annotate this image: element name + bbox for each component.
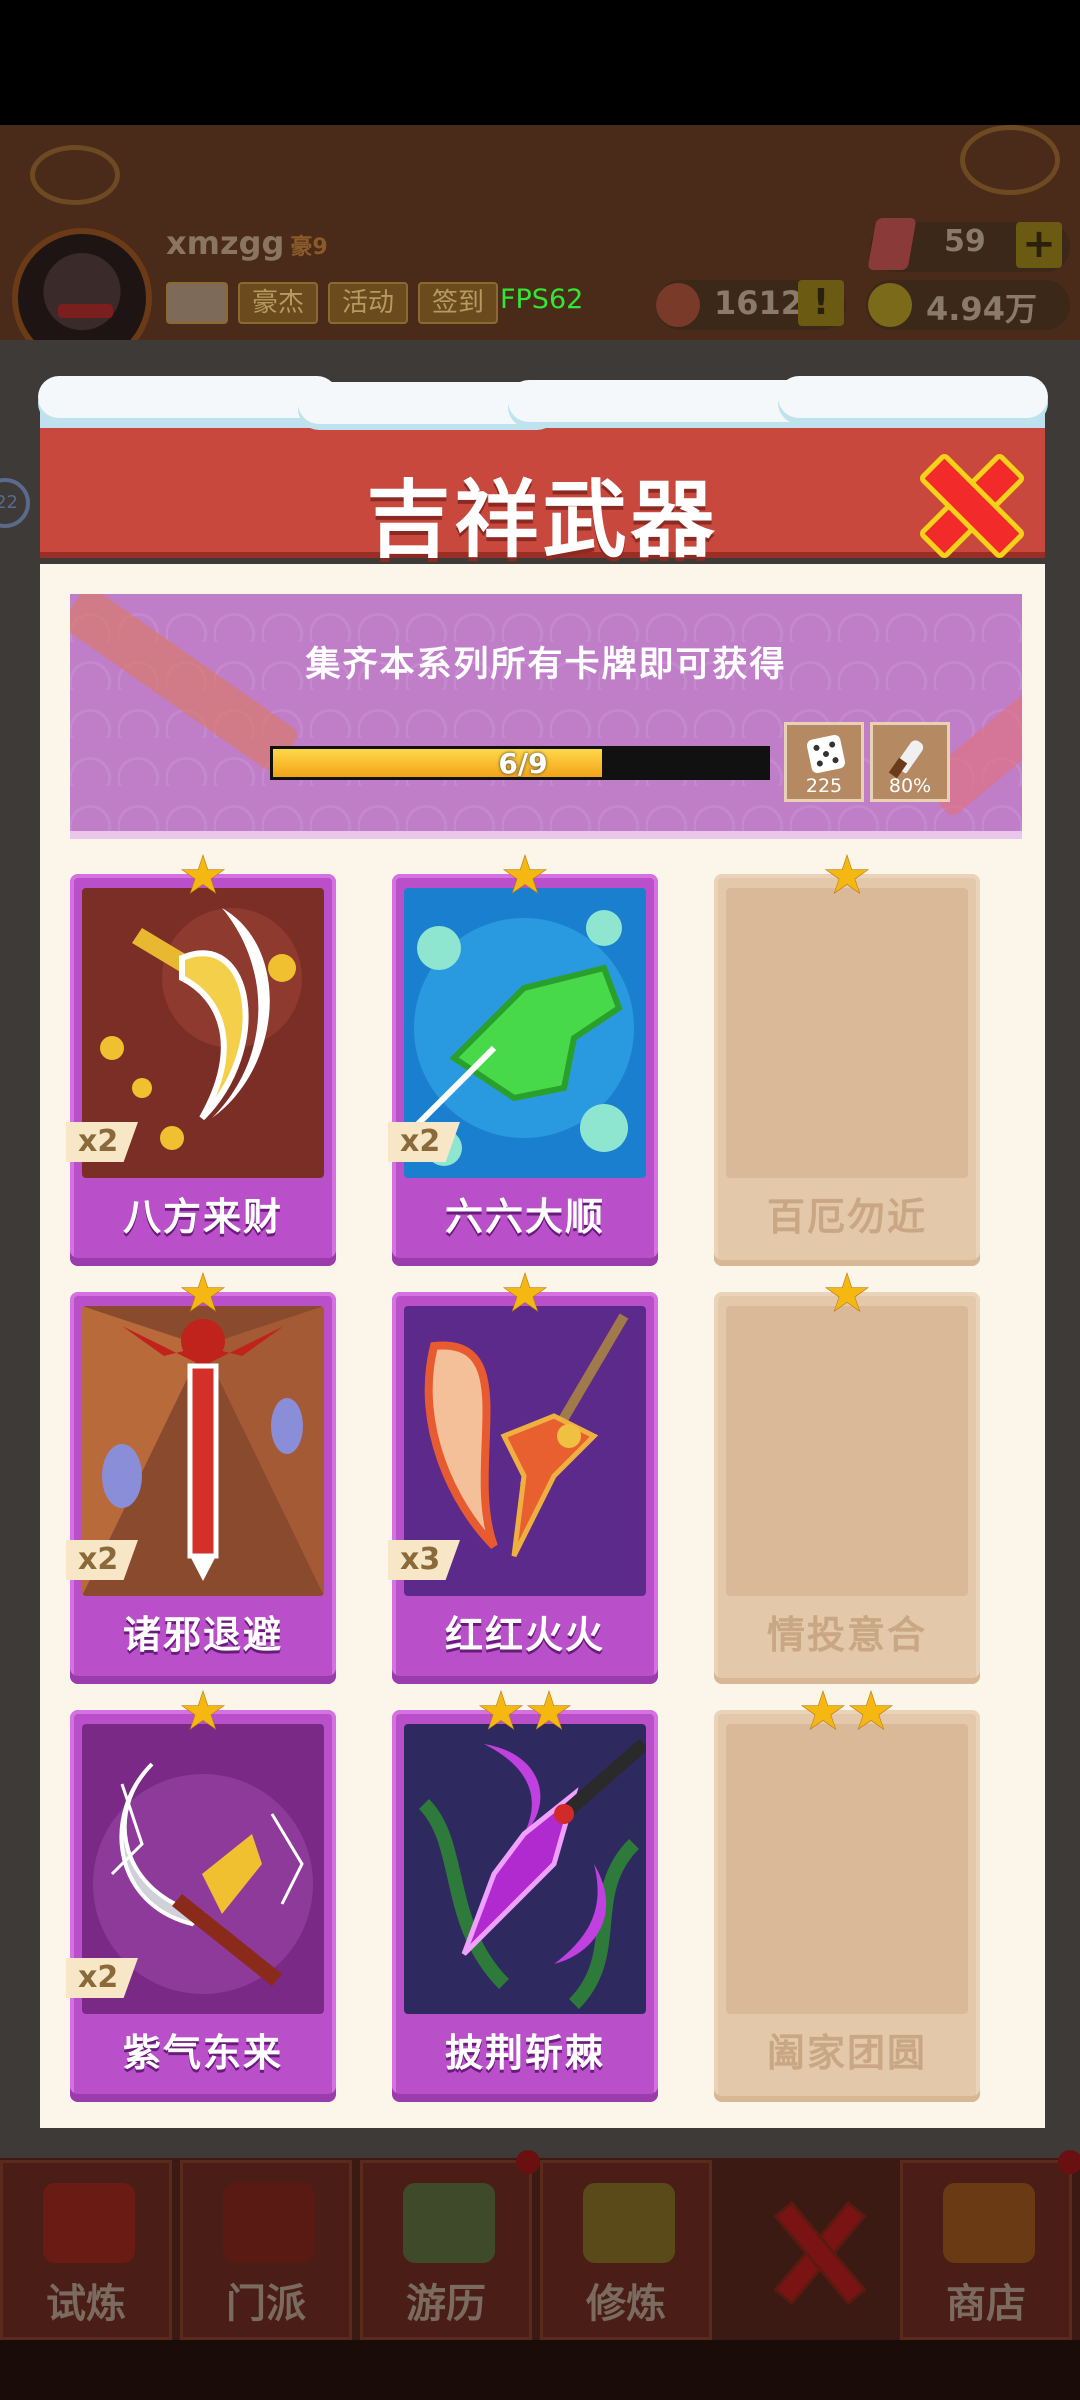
- scroll-icon: [43, 2183, 135, 2263]
- card-name: 百厄勿近: [766, 1195, 927, 1239]
- reward-dice[interactable]: 225: [784, 722, 864, 802]
- weapon-card[interactable]: x2 诸邪退避: [66, 1272, 336, 1684]
- card-locked-placeholder: [726, 1306, 968, 1596]
- star-icon: [824, 854, 870, 895]
- weapon-card[interactable]: 阖家团圆: [714, 1690, 980, 2102]
- card-name: 情投意合: [766, 1613, 927, 1657]
- star-icon: [800, 1690, 846, 1731]
- reward-knife[interactable]: 80%: [870, 722, 950, 802]
- card-stars: [714, 1272, 980, 1316]
- card-stars: [70, 1690, 336, 1734]
- star-icon: [848, 1690, 894, 1731]
- shop-icon: [943, 2183, 1035, 2263]
- book-icon: [583, 2183, 675, 2263]
- snow-trim: [38, 376, 1048, 426]
- star-icon: [824, 1272, 870, 1313]
- star-icon: [180, 1272, 226, 1313]
- gem-count: 59: [944, 224, 986, 259]
- collection-banner: 集齐本系列所有卡牌即可获得 6/9 225 80%: [70, 594, 1022, 839]
- card-artwork: [404, 1724, 646, 2014]
- coin-icon: [868, 283, 912, 327]
- star-icon: [180, 854, 226, 895]
- player-name: xmzgg 豪9: [166, 224, 328, 262]
- nav-travel[interactable]: 游历: [360, 2160, 532, 2340]
- card-name: 红红火火: [444, 1613, 605, 1657]
- dice-icon: [805, 733, 847, 775]
- weapon-card[interactable]: x3 红红火火: [388, 1272, 658, 1684]
- weapon-card[interactable]: x2 八方来财: [66, 854, 336, 1266]
- mail-icon[interactable]: [166, 282, 228, 324]
- card-stars: [392, 1690, 658, 1734]
- nav-cultivate[interactable]: 修炼: [540, 2160, 712, 2340]
- hero-button[interactable]: 豪杰: [238, 282, 319, 324]
- card-name: 阖家团圆: [766, 2031, 927, 2075]
- knife-icon: [887, 737, 937, 779]
- card-stars: [70, 1272, 336, 1316]
- nav-shop-label: 商店: [946, 2281, 1026, 2327]
- modal-body: 集齐本系列所有卡牌即可获得 6/9 225 80% x2 八方来财 x2 六六大顺百厄…: [40, 564, 1045, 2128]
- bottom-strip: [0, 2340, 1080, 2400]
- progress-text: 6/9: [498, 747, 548, 780]
- nav-cultivate-label: 修炼: [586, 2281, 666, 2327]
- card-stars: [392, 1272, 658, 1316]
- alert-button[interactable]: !: [798, 280, 844, 326]
- card-stars: [714, 854, 980, 898]
- card-locked-placeholder: [726, 1724, 968, 2014]
- star-icon: [478, 1690, 524, 1731]
- lucky-weapons-modal: 吉祥武器 集齐本系列所有卡牌即可获得 6/9 225 80% x2 八方来财 x…: [38, 376, 1048, 2128]
- weapon-card[interactable]: 情投意合: [714, 1272, 980, 1684]
- card-stars: [714, 1690, 980, 1734]
- fps-counter: FPS62: [500, 284, 584, 315]
- event-button[interactable]: 活动: [328, 282, 409, 324]
- star-icon: [180, 1690, 226, 1731]
- token-icon: [656, 283, 700, 327]
- card-locked-placeholder: [726, 888, 968, 1178]
- nav-trial-label: 试炼: [46, 2281, 126, 2327]
- nav-close-icon[interactable]: [770, 2195, 860, 2295]
- weapon-card[interactable]: x2 紫气东来: [66, 1690, 336, 2102]
- hud-button-row: 豪杰 活动 签到: [166, 282, 499, 324]
- card-name: 紫气东来: [122, 2031, 283, 2075]
- mountain-icon: [403, 2183, 495, 2263]
- coin-count: 4.94万: [926, 290, 1037, 328]
- close-icon[interactable]: [920, 454, 1014, 548]
- token-count: 1612: [714, 284, 804, 322]
- nav-trial[interactable]: 试炼: [0, 2160, 172, 2340]
- banner-text: 集齐本系列所有卡牌即可获得: [305, 645, 787, 685]
- checkin-button[interactable]: 签到: [418, 282, 499, 324]
- add-gems-button[interactable]: +: [1016, 222, 1062, 268]
- nav-travel-label: 游历: [406, 2281, 486, 2327]
- card-name: 诸邪退避: [122, 1613, 283, 1657]
- reward-knife-label: 80%: [888, 775, 932, 797]
- game-screen: xmzgg 豪9 豪杰 活动 签到 FPS62 59 + 1612 ! 4.94万…: [0, 0, 1080, 2400]
- card-stars: [70, 854, 336, 898]
- collection-progress-bar: 6/9: [270, 746, 770, 780]
- weapon-card[interactable]: 披荆斩棘: [392, 1690, 658, 2102]
- star-icon: [502, 854, 548, 895]
- notification-dot: [1058, 2150, 1080, 2174]
- card-stars: [392, 854, 658, 898]
- nav-sect[interactable]: 门派: [180, 2160, 352, 2340]
- notification-dot: [516, 2150, 540, 2174]
- modal-header: 吉祥武器: [40, 408, 1045, 569]
- star-icon: [502, 1272, 548, 1313]
- card-name: 六六大顺: [444, 1195, 605, 1239]
- nav-sect-label: 门派: [226, 2281, 306, 2327]
- reward-dice-label: 225: [805, 775, 843, 797]
- nav-shop[interactable]: 商店: [900, 2160, 1072, 2340]
- card-name: 八方来财: [122, 1195, 283, 1239]
- weapon-card[interactable]: x2 六六大顺: [388, 854, 658, 1266]
- star-icon: [526, 1690, 572, 1731]
- player-tag: 豪9: [290, 235, 328, 260]
- card-name: 披荆斩棘: [444, 2031, 605, 2075]
- modal-title: 吉祥武器: [366, 471, 719, 569]
- temple-icon: [223, 2183, 315, 2263]
- weapon-card[interactable]: 百厄勿近: [714, 854, 980, 1266]
